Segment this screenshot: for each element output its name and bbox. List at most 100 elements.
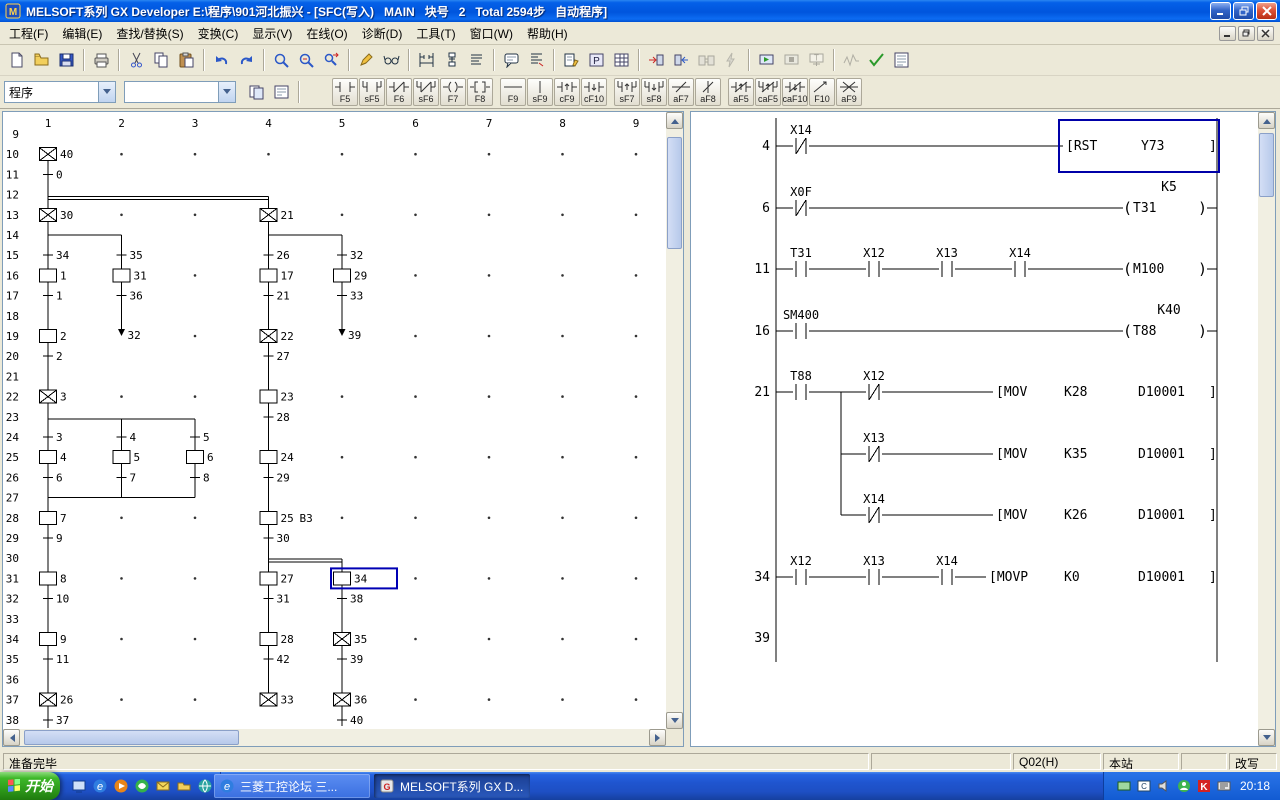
sfc-transition-30[interactable]: 30 [264,532,290,545]
ladder-rung-branch[interactable]: X14[MOVK26D10001] [841,492,1217,524]
quick-launch-folder[interactable] [175,777,193,795]
fkey-caF5-button[interactable]: caF5 [755,78,781,106]
ladder-rung-6[interactable]: 6X0F(T31)K5 [762,180,1217,217]
taskbar-task-1[interactable]: GMELSOFT系列 GX D... [374,774,530,798]
scroll-thumb[interactable] [667,137,682,249]
block-list-button[interactable] [244,80,268,104]
sfc-transition-27[interactable]: 27 [264,350,290,363]
new-project-button[interactable] [4,48,28,72]
sfc-step-9[interactable]: 9 [40,633,67,647]
sfc-transition-2[interactable]: 2 [43,350,63,363]
sfc-step-29[interactable]: 29 [334,269,368,283]
find-device-button[interactable] [269,48,293,72]
ladder-vertical-scrollbar[interactable] [1258,112,1275,746]
monitor-start-button[interactable] [754,48,778,72]
menu-item-3[interactable]: 变换(C) [191,22,246,45]
ladder-view-button[interactable] [414,48,438,72]
sfc-step-21[interactable]: 21 [260,208,294,222]
ladder-rung-39[interactable]: 39 [754,631,770,646]
fkey-aF7-button[interactable]: aF7 [668,78,694,106]
statement-display-button[interactable] [524,48,548,72]
menu-item-4[interactable]: 显示(V) [245,22,299,45]
sfc-transition-1[interactable]: 1 [43,290,63,303]
sfc-transition-29[interactable]: 29 [264,471,290,484]
sfc-transition-11[interactable]: 11 [43,653,69,666]
mdi-close-button[interactable] [1257,26,1274,41]
sfc-step-33[interactable]: 33 [260,693,294,707]
sfc-transition-33[interactable]: 33 [337,290,363,303]
quick-launch-internet-explorer[interactable]: e [91,777,109,795]
sfc-horizontal-scrollbar[interactable] [3,729,666,746]
ladder-rung-11[interactable]: 11T31X12X13X14(M100) [754,246,1217,278]
tray-volume[interactable] [1156,778,1172,794]
ladder-diagram[interactable]: 4X14[RSTY73]6X0F(T31)K511T31X12X13X14(M1… [691,112,1258,746]
sfc-transition-10[interactable]: 10 [43,593,69,606]
verify-with-plc-button[interactable] [694,48,718,72]
sfc-transition-32[interactable]: 32 [337,249,363,262]
fkey-F10-button[interactable]: F10 [809,78,835,106]
scroll-right-button[interactable] [649,729,666,746]
fkey-aF8-button[interactable]: aF8 [695,78,721,106]
sfc-editor-pane[interactable]: 1234567899101112131415161718192021222324… [2,111,684,747]
fkey-aF9-button[interactable]: aF9 [836,78,862,106]
fkey-F8-button[interactable]: F8 [467,78,493,106]
print-button[interactable] [89,48,113,72]
scroll-down-button[interactable] [666,712,683,729]
menu-item-9[interactable]: 帮助(H) [520,22,575,45]
sfc-step-22[interactable]: 22 [260,330,294,344]
read-from-plc-button[interactable] [669,48,693,72]
fkey-sF6-button[interactable]: sF6 [413,78,439,106]
sfc-transition-26[interactable]: 26 [264,249,290,262]
comment-display-button[interactable] [499,48,523,72]
cut-button[interactable] [124,48,148,72]
start-button[interactable]: 开始 [0,772,60,800]
sfc-jump-32[interactable]: 32 [118,329,141,342]
paste-button[interactable] [174,48,198,72]
menu-item-0[interactable]: 工程(F) [2,22,55,45]
tray-messenger-tray[interactable] [1176,778,1192,794]
sfc-view-button[interactable] [439,48,463,72]
tray-language[interactable]: C [1136,778,1152,794]
sfc-transition-21[interactable]: 21 [264,290,290,303]
block-combobox[interactable] [124,81,236,103]
sfc-step-6[interactable]: 6 [187,451,214,465]
sfc-diagram[interactable]: 1234567899101112131415161718192021222324… [3,112,666,729]
sfc-step-36[interactable]: 36 [334,693,368,707]
scroll-down-button[interactable] [1258,729,1275,746]
fkey-F5-button[interactable]: F5 [332,78,358,106]
device-comment-edit-button[interactable] [559,48,583,72]
scroll-left-button[interactable] [3,729,20,746]
menu-item-7[interactable]: 工具(T) [409,22,462,45]
sfc-step-34[interactable]: 34 [331,568,397,588]
taskbar-task-0[interactable]: e三菱工控论坛 三... [214,774,370,798]
mdi-restore-button[interactable] [1238,26,1255,41]
sfc-step-40[interactable]: 40 [40,148,74,162]
find-instruction-button[interactable] [294,48,318,72]
ladder-rung-21[interactable]: 21T88X12[MOVK28D10001] [754,369,1216,401]
sfc-transition-31[interactable]: 31 [264,593,290,606]
sfc-transition-7[interactable]: 7 [117,471,137,484]
fkey-sF5-button[interactable]: sF5 [359,78,385,106]
tray-input-method[interactable] [1216,778,1232,794]
ladder-zoom-pane[interactable]: 4X14[RSTY73]6X0F(T31)K511T31X12X13X14(M1… [690,111,1276,747]
quick-launch-media-player[interactable] [112,777,130,795]
menu-item-6[interactable]: 诊断(D) [355,22,410,45]
quick-launch-browser[interactable] [196,777,214,795]
sfc-step-23[interactable]: 23 [260,390,294,404]
fkey-sF9-button[interactable]: sF9 [527,78,553,106]
scroll-up-button[interactable] [666,112,683,129]
sfc-step-5[interactable]: 5 [113,451,140,465]
fkey-F9-button[interactable]: F9 [500,78,526,106]
combo-dropdown-icon[interactable] [98,82,115,102]
mdi-minimize-button[interactable] [1219,26,1236,41]
sfc-transition-0[interactable]: 0 [43,168,63,181]
sfc-transition-37[interactable]: 37 [43,714,69,727]
sfc-step-30[interactable]: 30 [40,208,74,222]
fkey-F7-button[interactable]: F7 [440,78,466,106]
menu-item-2[interactable]: 查找/替换(S) [109,22,190,45]
write-mode-button[interactable] [354,48,378,72]
device-test-button[interactable]: T [804,48,828,72]
fkey-cF10-button[interactable]: cF10 [581,78,607,106]
combo-dropdown-icon[interactable] [218,82,235,102]
sfc-step-25[interactable]: 25B3 [260,511,313,525]
